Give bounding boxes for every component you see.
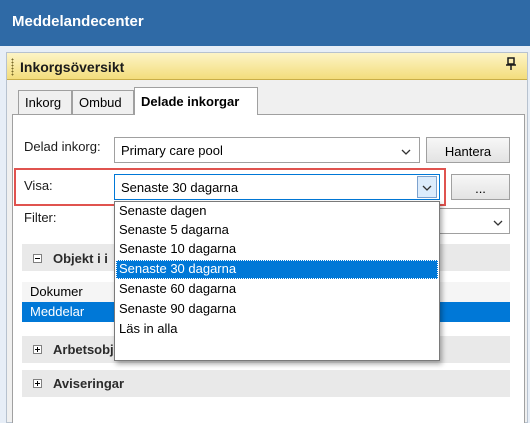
drag-grip-icon[interactable] [11, 58, 14, 76]
option-last-30-days[interactable]: Senaste 30 dagarna [116, 260, 438, 279]
shared-inbox-label: Delad inkorg: [24, 139, 101, 154]
pin-icon[interactable] [505, 57, 519, 73]
shared-inbox-value: Primary care pool [121, 143, 223, 158]
window-title: Meddelandecenter [12, 13, 144, 30]
option-last-10-days[interactable]: Senaste 10 dagarna [116, 240, 438, 259]
objects-section-title: Objekt i i [53, 251, 108, 266]
tab-ombud[interactable]: Ombud [72, 90, 134, 114]
more-options-button[interactable]: ... [451, 174, 510, 200]
filter-label: Filter: [24, 210, 57, 225]
shared-inbox-select[interactable]: Primary care pool [114, 137, 420, 163]
option-last-60-days[interactable]: Senaste 60 dagarna [116, 280, 438, 299]
manage-button[interactable]: Hantera [426, 137, 510, 163]
option-last-5-days[interactable]: Senaste 5 dagarna [116, 221, 438, 240]
notifications-section-title: Aviseringar [53, 376, 125, 391]
list-item-label: Dokumer [30, 284, 83, 299]
chevron-down-icon [493, 220, 503, 226]
expand-icon[interactable] [33, 379, 42, 388]
tab-inkorg[interactable]: Inkorg [18, 90, 72, 114]
option-last-90-days[interactable]: Senaste 90 dagarna [116, 300, 438, 319]
expand-icon[interactable] [33, 345, 42, 354]
option-last-day[interactable]: Senaste dagen [116, 202, 438, 221]
collapse-icon[interactable] [33, 254, 42, 263]
chevron-down-icon [401, 149, 411, 155]
period-dropdown-list: Senaste dagen Senaste 5 dagarna Senaste … [114, 201, 440, 361]
option-load-all[interactable]: Läs in alla [116, 320, 438, 339]
panel-title: Inkorgsöversikt [20, 59, 125, 75]
tab-shared-inboxes[interactable]: Delade inkorgar [134, 87, 258, 115]
pin-icon-glyph [506, 57, 516, 70]
list-item-label: Meddelar [30, 304, 85, 319]
